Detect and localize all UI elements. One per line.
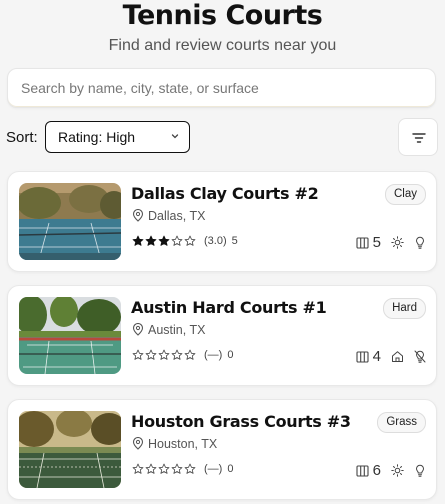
rating-score: (—) xyxy=(204,349,223,361)
court-count-icon xyxy=(356,236,369,249)
star-filled-icon xyxy=(145,235,157,246)
map-pin-icon xyxy=(132,322,144,336)
court-count: 5 xyxy=(356,234,381,251)
chevron-down-icon xyxy=(171,134,179,139)
rating: (3.0) 5 xyxy=(132,235,238,247)
court-meta: 6 xyxy=(356,462,426,479)
review-count: 0 xyxy=(227,349,234,361)
court-count-value: 6 xyxy=(372,462,381,479)
court-count: 4 xyxy=(356,348,381,365)
court-name: Dallas Clay Courts #2 xyxy=(131,184,319,203)
lightbulb-icon xyxy=(415,464,425,477)
search-input[interactable] xyxy=(8,69,435,107)
star-rating xyxy=(132,349,196,361)
court-count: 6 xyxy=(356,462,381,479)
court-location: Austin, TX xyxy=(132,322,206,337)
court-meta: 4 xyxy=(356,348,426,365)
star-empty-icon xyxy=(184,235,196,246)
star-empty-icon xyxy=(158,349,170,360)
location-text: Houston, TX xyxy=(148,437,218,451)
star-empty-icon xyxy=(171,463,183,474)
star-rating xyxy=(132,235,196,247)
court-name: Houston Grass Courts #3 xyxy=(131,412,351,431)
court-count-icon xyxy=(356,464,369,477)
surface-badge: Hard xyxy=(383,298,426,319)
sun-icon xyxy=(391,464,404,477)
star-filled-icon xyxy=(158,235,170,246)
surface-badge: Clay xyxy=(384,184,426,205)
rating-score: (3.0) xyxy=(204,235,227,247)
review-count: 5 xyxy=(231,235,238,247)
map-pin-icon xyxy=(132,208,144,222)
indoor-home-icon xyxy=(392,351,403,362)
court-card[interactable]: Austin Hard Courts #1 Austin, TX Hard (—… xyxy=(7,285,437,386)
court-meta: 5 xyxy=(356,234,426,251)
lightbulb-icon xyxy=(415,236,425,249)
review-count: 0 xyxy=(227,463,234,475)
star-empty-icon xyxy=(132,349,144,360)
star-empty-icon xyxy=(171,349,183,360)
lightbulb-off-icon xyxy=(414,350,426,363)
court-name: Austin Hard Courts #1 xyxy=(131,298,327,317)
court-photo xyxy=(19,411,121,488)
rating: (—) 0 xyxy=(132,463,233,475)
star-empty-icon xyxy=(184,349,196,360)
page-subtitle: Find and review courts near you xyxy=(108,37,337,54)
map-pin-icon xyxy=(132,436,144,450)
court-count-icon xyxy=(356,350,369,363)
surface-badge: Grass xyxy=(377,412,426,433)
star-empty-icon xyxy=(132,463,144,474)
page-title: Tennis Courts xyxy=(122,0,323,31)
star-empty-icon xyxy=(145,349,157,360)
sun-icon xyxy=(391,236,404,249)
court-location: Houston, TX xyxy=(132,436,218,451)
court-card[interactable]: Houston Grass Courts #3 Houston, TX Gras… xyxy=(7,399,437,500)
sort-selected-value: Rating: High xyxy=(58,129,136,145)
rating: (—) 0 xyxy=(132,349,233,361)
sort-label: Sort: xyxy=(6,129,38,146)
court-count-value: 4 xyxy=(372,348,381,365)
star-filled-icon xyxy=(132,235,144,246)
search-box xyxy=(7,68,436,108)
star-empty-icon xyxy=(145,463,157,474)
court-location: Dallas, TX xyxy=(132,208,206,223)
location-text: Austin, TX xyxy=(148,323,206,337)
rating-score: (—) xyxy=(204,463,223,475)
star-empty-icon xyxy=(158,463,170,474)
filter-icon xyxy=(412,133,426,143)
court-photo xyxy=(19,183,121,260)
court-card[interactable]: Dallas Clay Courts #2 Dallas, TX Clay (3… xyxy=(7,171,437,272)
court-count-value: 5 xyxy=(372,234,381,251)
location-text: Dallas, TX xyxy=(148,209,206,223)
sort-select[interactable]: Rating: High xyxy=(45,121,190,153)
star-empty-icon xyxy=(171,235,183,246)
court-photo xyxy=(19,297,121,374)
star-empty-icon xyxy=(184,463,196,474)
filter-button[interactable] xyxy=(398,118,438,156)
star-rating xyxy=(132,463,196,475)
